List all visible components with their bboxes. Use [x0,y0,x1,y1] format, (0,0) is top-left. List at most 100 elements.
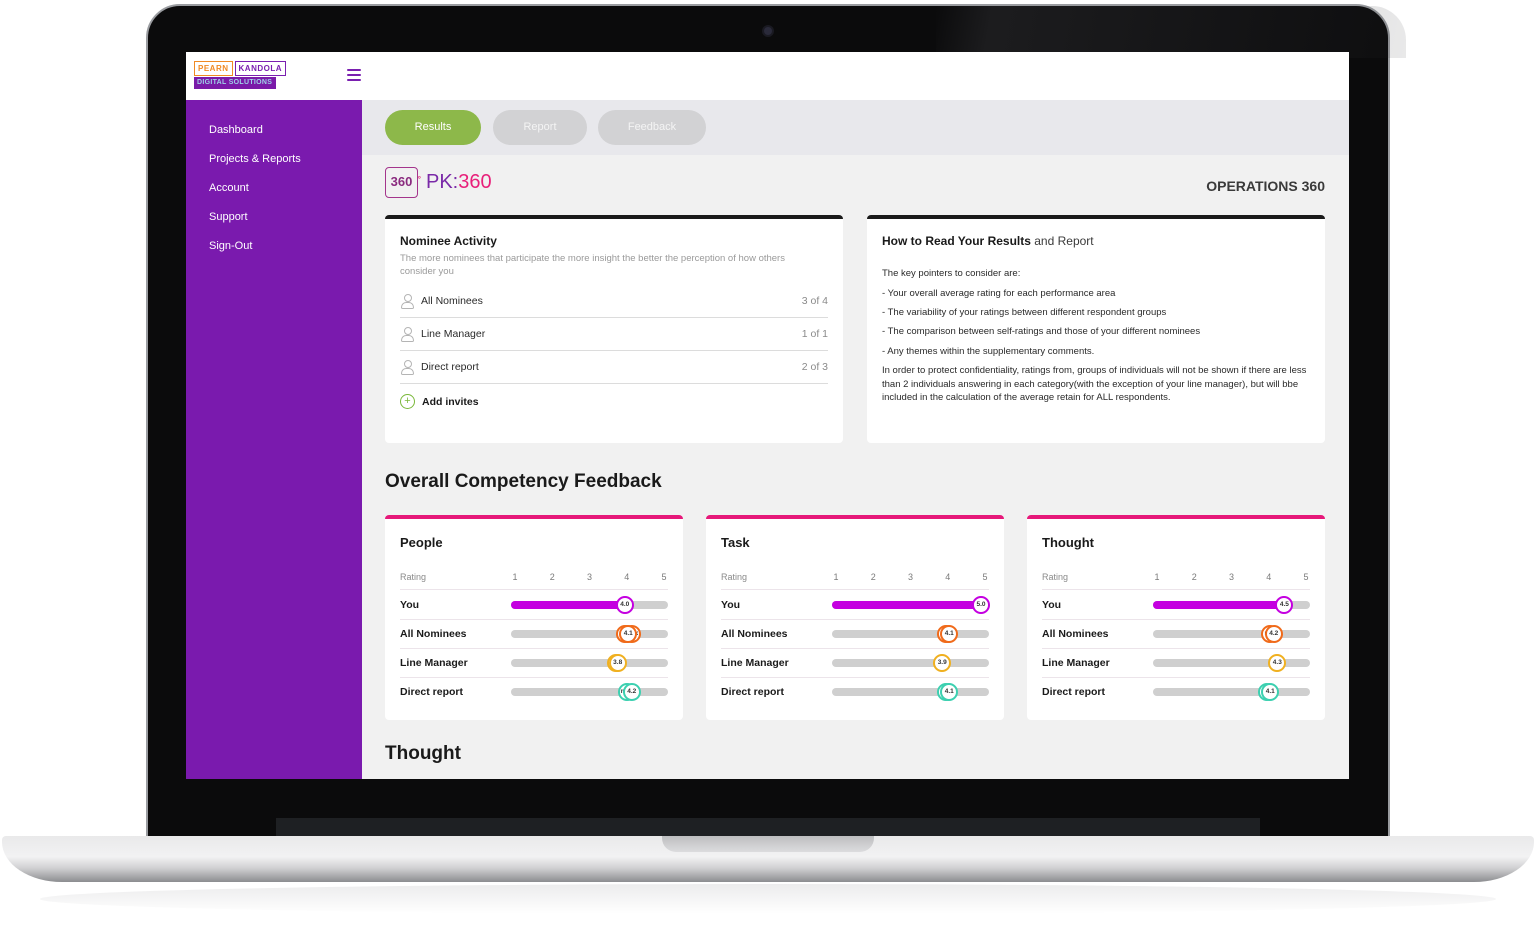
competency-card-task: Task Rating 1 2 3 4 5 You 5.0 All Nominees mi… [706,515,1004,720]
pk360-brand: 360 ° PK:360 [385,167,492,198]
competency-title: Thought [1042,535,1094,550]
rating-track: min4.1 [832,683,989,701]
laptop-chin [276,818,1260,838]
respondent-label: Line Manager [721,657,789,669]
camera-icon [762,25,774,37]
rating-scale-header: Rating 1 2 3 4 5 [721,572,989,590]
competency-title: People [400,535,443,550]
avg-rating-marker[interactable]: 4.1 [940,683,959,701]
nominee-label: Line Manager [421,328,486,340]
logo-digital-solutions: DIGITAL SOLUTIONS [194,77,276,89]
person-icon [400,327,414,342]
how-to-line: - Your overall average rating for each p… [882,288,1116,299]
respondent-label: Direct report [1042,686,1106,698]
laptop-notch [662,836,874,852]
competency-row: Line Manager 4.3 [1042,649,1310,678]
nominee-label: Direct report [421,361,479,373]
nominee-activity-title: Nominee Activity [400,234,497,248]
respondent-label: You [400,599,420,611]
sidebar-item-sign-out[interactable]: Sign-Out [209,240,252,252]
avg-rating-marker[interactable]: 4.1 [940,625,959,643]
self-rating-marker[interactable]: 4.5 [1275,596,1294,614]
plus-circle-icon: + [400,394,415,409]
respondent-label: You [1042,599,1062,611]
avg-rating-marker[interactable]: 4.1 [1261,683,1280,701]
nominee-label: All Nominees [421,295,483,307]
competency-row: You 4.0 [400,591,668,620]
hamburger-menu-icon[interactable] [347,69,361,83]
overall-competency-title: Overall Competency Feedback [385,471,662,492]
tab-feedback[interactable]: Feedback [598,110,706,145]
rating-track: minmax4.1 [511,625,668,643]
competency-row: Direct report min4.2 [400,678,668,707]
sidebar-item-dashboard[interactable]: Dashboard [209,124,263,136]
competency-title: Task [721,535,750,550]
nominee-count: 1 of 1 [801,328,828,340]
rating-scale-header: Rating 1 2 3 4 5 [1042,572,1310,590]
avg-rating-marker[interactable]: 4.2 [1264,625,1283,643]
app-screen: PEARN KANDOLA DIGITAL SOLUTIONS Dashboar… [186,52,1349,779]
laptop-reflection [40,884,1496,914]
scale-tick: 3 [907,572,913,582]
how-to-read-card: How to Read Your Results and Report The … [867,215,1325,443]
scale-tick: 5 [982,572,988,582]
scale-tick: 1 [1154,572,1160,582]
respondent-label: All Nominees [1042,628,1109,640]
person-icon [400,360,414,375]
brand-title: PK:360 [426,171,492,193]
competency-row: Line Manager min3.8 [400,649,668,678]
rating-track: 4.0 [511,596,668,614]
nominee-row[interactable]: Direct report 2 of 3 [400,351,828,384]
nominee-count: 3 of 4 [801,295,828,307]
rating-label: Rating [1042,572,1069,582]
tab-report[interactable]: Report [493,110,587,145]
scale-tick: 2 [549,572,555,582]
competency-row: Direct report min4.1 [1042,678,1310,707]
avg-rating-marker[interactable]: 3.8 [608,654,627,672]
competency-row: You 5.0 [721,591,990,620]
sidebar-item-support[interactable]: Support [209,211,248,223]
self-rating-fill [511,601,629,609]
how-to-line: - The comparison between self-ratings an… [882,326,1201,337]
rating-scale-header: Rating 1 2 3 4 5 [400,572,668,590]
competency-row: You 4.5 [1042,591,1310,620]
how-to-paragraph: In order to protect confidentiality, rat… [882,365,1307,403]
main-content: Results Report Feedback 360 ° PK:360 OPER… [362,100,1349,779]
scale-tick: 5 [1303,572,1309,582]
rating-track: min4.1 [1153,683,1310,701]
rating-track: 4.3 [1153,654,1310,672]
avg-rating-marker[interactable]: 4.3 [1268,654,1287,672]
sidebar-item-account[interactable]: Account [209,182,249,194]
logo-pearn: PEARN [194,61,233,76]
project-title: OPERATIONS 360 [1206,178,1325,194]
nominee-count: 2 of 3 [801,361,828,373]
competency-row: Direct report min4.1 [721,678,989,707]
avg-rating-marker[interactable]: 4.2 [622,683,641,701]
pearn-kandola-logo[interactable]: PEARN KANDOLA DIGITAL SOLUTIONS [194,61,287,91]
rating-label: Rating [721,572,748,582]
respondent-label: Direct report [400,686,464,698]
rating-label: Rating [400,572,427,582]
thought-section-title: Thought [385,743,461,764]
add-invites-button[interactable]: + Add invites [400,394,479,409]
nominee-row[interactable]: All Nominees 3 of 4 [400,285,828,318]
rating-track: min4.2 [1153,625,1310,643]
360-badge-icon: 360 ° [385,167,421,198]
nominee-activity-card: Nominee Activity The more nominees that … [385,215,843,443]
tab-results[interactable]: Results [385,110,481,145]
nominee-activity-subtitle: The more nominees that participate the m… [400,253,785,277]
nominee-row[interactable]: Line Manager 1 of 1 [400,318,828,351]
person-icon [400,294,414,309]
sidebar-item-projects-reports[interactable]: Projects & Reports [209,153,301,165]
lid-glare [936,6,1406,58]
rating-track: min3.8 [511,654,668,672]
scale-tick: 1 [833,572,839,582]
how-to-line: The key pointers to consider are: [882,268,1021,279]
respondent-label: Line Manager [1042,657,1110,669]
self-rating-marker[interactable]: 5.0 [972,596,990,614]
how-to-line: - Any themes within the supplementary co… [882,346,1095,357]
tab-bar: Results Report Feedback [362,100,1349,155]
self-rating-marker[interactable]: 4.0 [615,596,634,614]
avg-rating-marker[interactable]: 3.9 [933,654,952,672]
respondent-label: All Nominees [400,628,467,640]
